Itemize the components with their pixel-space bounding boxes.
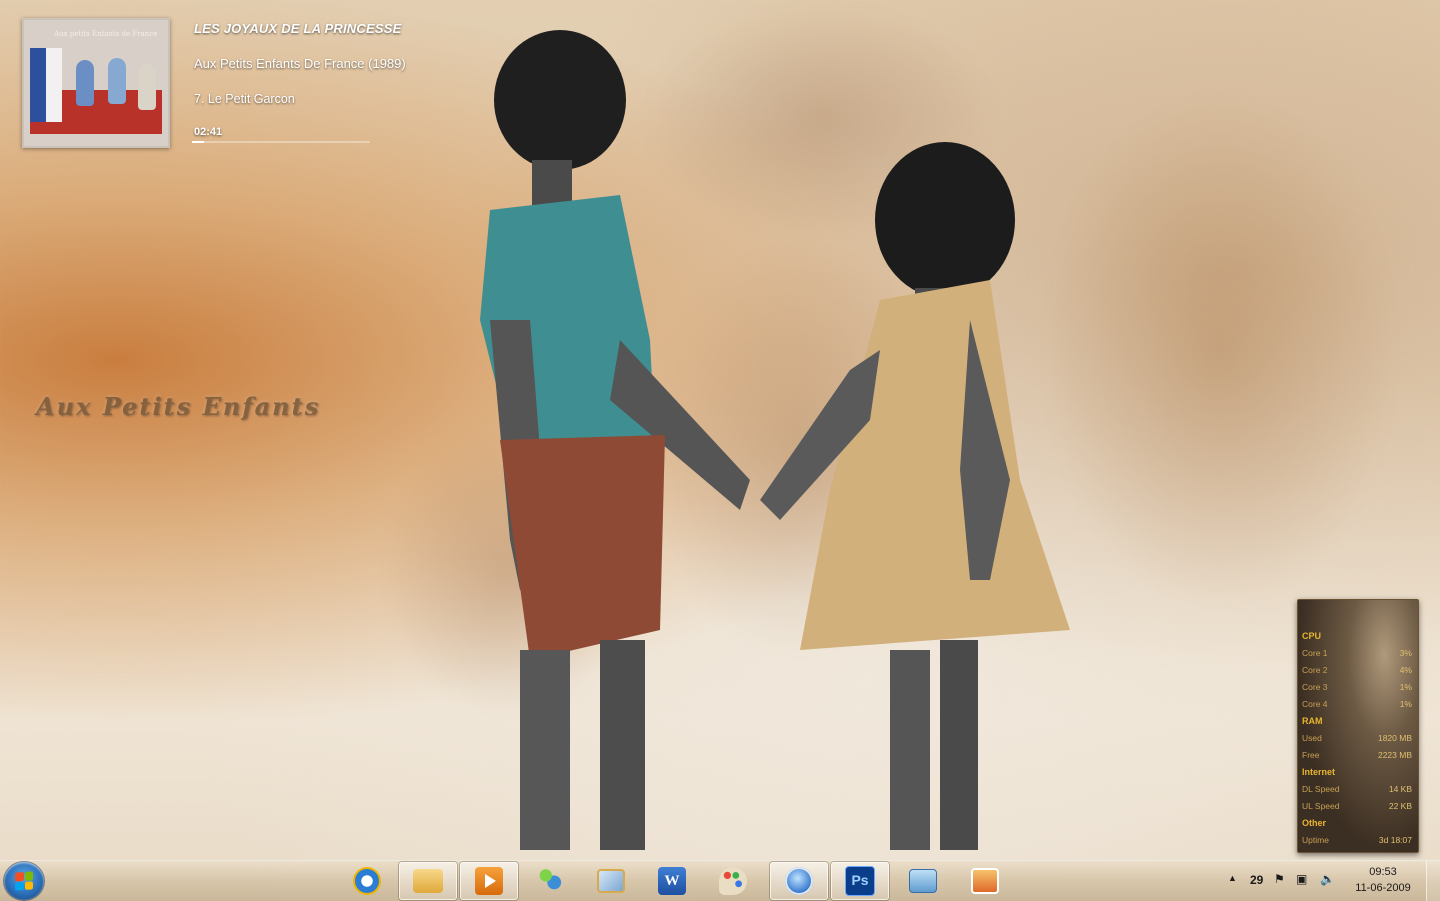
media-player-icon [475, 867, 503, 895]
album-art-caption: Aux petits Enfants de France [54, 30, 158, 38]
show-hidden-icons-icon[interactable]: ▲ [1228, 873, 1237, 883]
show-desktop-button[interactable] [1426, 861, 1440, 901]
album-art[interactable]: Aux petits Enfants de France [22, 18, 170, 148]
clock-time[interactable]: 09:53 [1356, 866, 1410, 878]
elapsed-time: 02:41 [194, 126, 223, 138]
start-button[interactable] [4, 862, 44, 900]
taskbar: W Ps ▲ 29 ⚑ ▣ 🔈 09:53 11-06-2009 [0, 860, 1440, 901]
album-art-child [138, 64, 156, 110]
album-title: LES JOYAUX DE LA PRINCESSE [194, 21, 402, 36]
snipping-icon [971, 868, 999, 894]
taskbar-word-button[interactable]: W [643, 862, 701, 900]
artist-name: Aux Petits Enfants De France (1989) [194, 56, 406, 71]
control-panel-icon [909, 869, 937, 893]
cpu-core-row: Core 2 4% [1302, 665, 1412, 675]
girl-dress [800, 280, 1070, 650]
wallpaper-boy [480, 30, 750, 850]
network-icon[interactable]: ▣ [1296, 872, 1307, 886]
taskbar-photo-viewer-button[interactable] [582, 862, 640, 900]
taskbar-media-player-button[interactable] [460, 862, 518, 900]
wallpaper-children-illustration [480, 30, 1070, 850]
internet-row: UL Speed 22 KB [1302, 801, 1412, 811]
album-art-child [108, 58, 126, 104]
taskbar-snipping-tool-button[interactable] [956, 862, 1014, 900]
track-title: 7. Le Petit Garcon [194, 92, 295, 106]
globe-icon [785, 867, 813, 895]
uptime-row: Uptime 3d 18:07 [1302, 835, 1412, 845]
taskbar-ie-button[interactable] [338, 862, 396, 900]
clock-date[interactable]: 11-06-2009 [1350, 882, 1416, 894]
word-icon: W [658, 867, 686, 895]
other-header: Other [1302, 818, 1327, 828]
internet-row: DL Speed 14 KB [1302, 784, 1412, 794]
cpu-core-row: Core 1 3% [1302, 648, 1412, 658]
ram-row: Free 2223 MB [1302, 750, 1412, 760]
now-playing-widget: Aux petits Enfants de France LES JOYAUX … [22, 18, 442, 150]
taskbar-control-panel-button[interactable] [894, 862, 952, 900]
internet-header: Internet [1302, 767, 1336, 777]
cpu-header: CPU [1302, 631, 1322, 641]
taskbar-photoshop-button[interactable]: Ps [831, 862, 889, 900]
track-progress-fill [192, 141, 205, 143]
album-art-child [76, 60, 94, 106]
album-art-flag-blue [30, 48, 46, 122]
wallpaper-caption: Aux Petits Enfants [36, 392, 321, 421]
system-monitor-gadget[interactable]: CPU Core 1 3% Core 2 4% Core 3 1% Core 4 1% … [1297, 599, 1419, 853]
cpu-core-row: Core 3 1% [1302, 682, 1412, 692]
wallpaper-girl [760, 142, 1070, 850]
taskbar-messenger-button[interactable] [521, 862, 579, 900]
photo-icon [597, 869, 625, 893]
windows-logo-icon [15, 871, 33, 891]
ie-icon [353, 867, 381, 895]
taskbar-explorer-button[interactable] [399, 862, 457, 900]
ram-header: RAM [1302, 716, 1323, 726]
temperature-indicator[interactable]: 29 [1250, 873, 1263, 887]
ram-row: Used 1820 MB [1302, 733, 1412, 743]
messenger-icon [536, 867, 564, 895]
album-art-flag-white [46, 48, 62, 122]
volume-icon[interactable]: 🔈 [1320, 872, 1335, 886]
boy-shorts [500, 435, 665, 660]
taskbar-paint-button[interactable] [704, 862, 762, 900]
taskbar-browser-button[interactable] [770, 862, 828, 900]
paint-palette-icon [719, 867, 747, 895]
cpu-core-row: Core 4 1% [1302, 699, 1412, 709]
wallpaper-sepia-figure [1040, 90, 1400, 610]
photoshop-icon: Ps [845, 866, 875, 896]
folder-icon [413, 869, 443, 893]
track-progress-bar[interactable] [192, 141, 370, 143]
action-center-flag-icon[interactable]: ⚑ [1274, 872, 1285, 886]
